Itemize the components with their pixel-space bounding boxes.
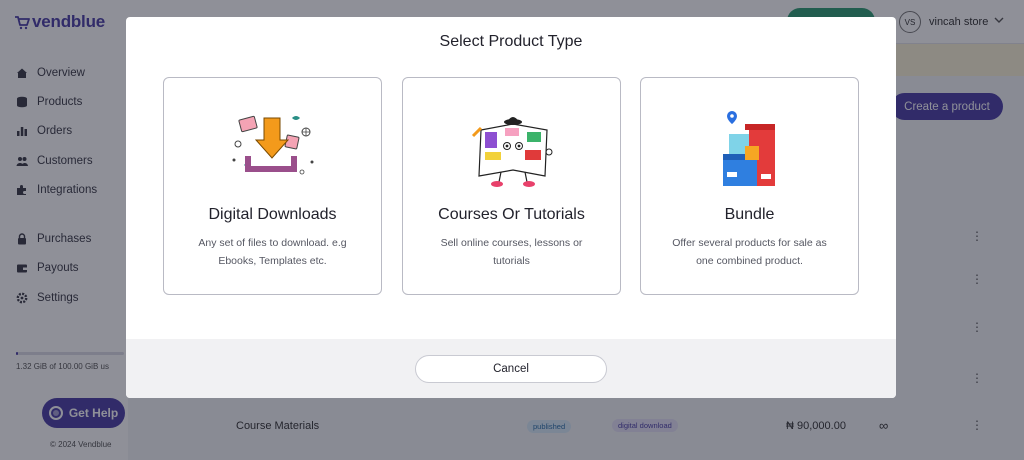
select-product-type-dialog: Select Product Type Digital Downloads An… xyxy=(126,17,896,398)
card-title: Digital Downloads xyxy=(208,206,337,223)
product-type-card-courses-or-tutorials[interactable]: Courses Or Tutorials Sell online courses… xyxy=(402,77,621,295)
dialog-title: Select Product Type xyxy=(439,33,583,50)
product-type-card-bundle[interactable]: Bundle Offer several products for sale a… xyxy=(640,77,859,295)
dialog-footer: Cancel xyxy=(126,339,896,398)
card-description: Sell online courses, lessons or tutorial… xyxy=(440,237,583,267)
boxes-bundle-illustration-icon xyxy=(722,111,775,186)
card-description: Any set of files to download. e.g Ebooks… xyxy=(198,237,347,267)
card-description: Offer several products for sale as one c… xyxy=(672,237,827,267)
card-title: Courses Or Tutorials xyxy=(438,206,585,223)
cancel-button[interactable]: Cancel xyxy=(415,355,607,383)
card-title: Bundle xyxy=(724,206,775,223)
download-illustration-icon xyxy=(232,115,313,175)
product-type-card-digital-downloads[interactable]: Digital Downloads Any set of files to do… xyxy=(163,77,382,295)
course-book-illustration-icon xyxy=(471,117,552,187)
